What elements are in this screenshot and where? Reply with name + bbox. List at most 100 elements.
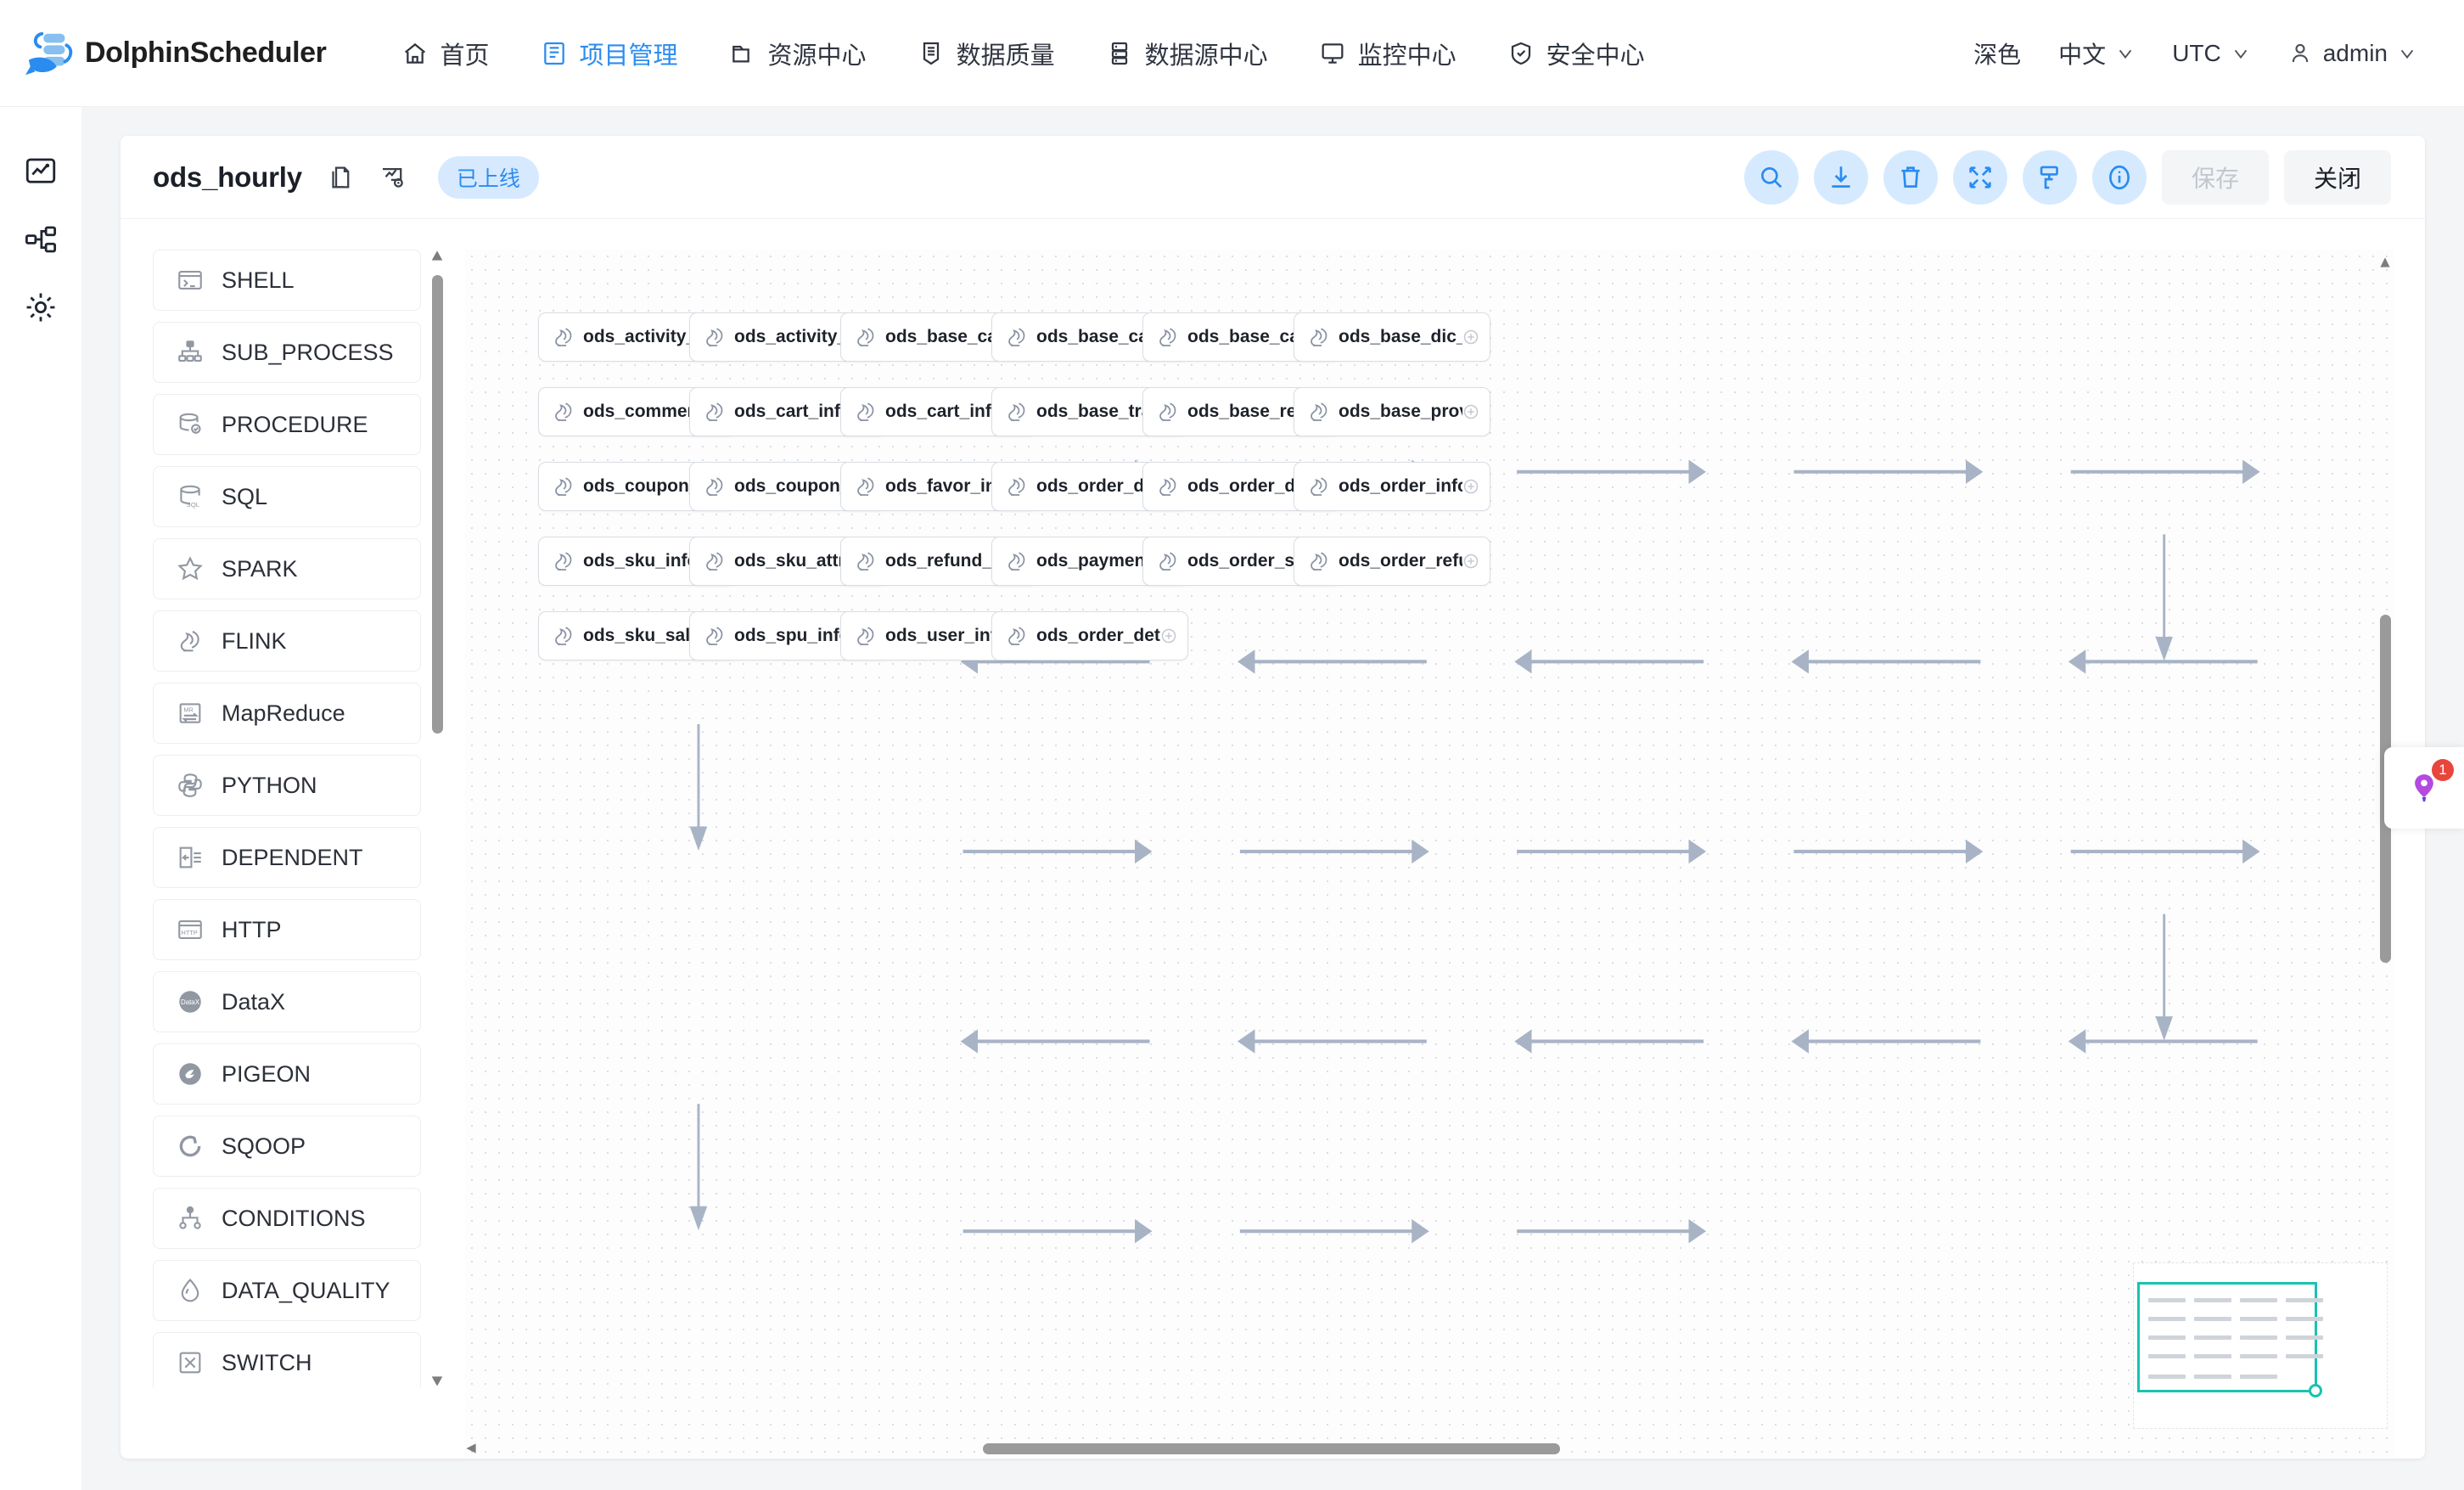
user-menu[interactable]: admin bbox=[2269, 40, 2435, 67]
task-type-sql[interactable]: SQL SQL bbox=[153, 466, 421, 527]
nav-item-security[interactable]: 安全中心 bbox=[1482, 0, 1670, 107]
task-type-data-quality[interactable]: DATA_QUALITY bbox=[153, 1260, 421, 1321]
dag-node[interactable]: ods_base_province_... bbox=[1294, 387, 1490, 436]
triangle-down-icon[interactable] bbox=[431, 1375, 443, 1387]
triangle-up-icon[interactable] bbox=[431, 250, 443, 261]
dag-node[interactable]: ods_order_refund_i... bbox=[1294, 537, 1490, 586]
info-button[interactable] bbox=[2092, 149, 2147, 205]
username-label: admin bbox=[2322, 39, 2388, 66]
task-type-python[interactable]: PYTHON bbox=[153, 755, 421, 816]
flink-squirrel-icon bbox=[1311, 552, 1327, 571]
canvas-horizontal-scrollbar[interactable] bbox=[983, 1443, 1560, 1454]
nav-item-monitor[interactable]: 监控中心 bbox=[1294, 0, 1482, 107]
flink-squirrel-icon bbox=[1008, 328, 1025, 346]
task-type-label: DATA_QUALITY bbox=[222, 1277, 390, 1303]
status-badge: 已上线 bbox=[437, 155, 539, 199]
palette-scrollbar[interactable] bbox=[431, 250, 443, 1387]
canvas-scroll-up-icon[interactable] bbox=[2379, 256, 2391, 268]
task-type-label: PYTHON bbox=[222, 772, 317, 798]
nav-item-project[interactable]: 项目管理 bbox=[515, 0, 704, 107]
dag-node[interactable]: ods_order_detail_i... bbox=[991, 611, 1188, 661]
timezone-select[interactable]: UTC bbox=[2153, 40, 2269, 67]
task-type-sub-process[interactable]: SUB_PROCESS bbox=[153, 322, 421, 383]
theme-toggle-label: 深色 bbox=[1973, 41, 2022, 68]
task-type-dependent[interactable]: DEPENDENT bbox=[153, 827, 421, 888]
dag-node[interactable]: ods_base_dic_full bbox=[1294, 312, 1490, 362]
plus-circle-icon[interactable] bbox=[1462, 329, 1479, 346]
dag-canvas[interactable]: ods_activity_info_... ods_activity_rule_… bbox=[465, 250, 2394, 1458]
palette-scroll-thumb[interactable] bbox=[432, 275, 443, 734]
nav-item-resource[interactable]: 资源中心 bbox=[704, 0, 892, 107]
dag-node[interactable]: ods_order_info_inc bbox=[1294, 462, 1490, 511]
canvas-scroll-left-icon[interactable] bbox=[465, 1442, 477, 1454]
download-button[interactable] bbox=[1814, 149, 1868, 205]
flink-squirrel-icon bbox=[1159, 477, 1176, 496]
search-button[interactable] bbox=[1744, 149, 1799, 205]
top-navigation-bar: DolphinScheduler 首页 项目管理 资源中心 数据质量 数据源中心… bbox=[0, 0, 2464, 107]
nav-item-data-quality[interactable]: 数据质量 bbox=[892, 0, 1080, 107]
task-type-mapreduce[interactable]: MR MapReduce bbox=[153, 683, 421, 744]
task-type-spark[interactable]: SPARK bbox=[153, 538, 421, 599]
delete-button[interactable] bbox=[1883, 149, 1938, 205]
rail-item-settings[interactable] bbox=[10, 277, 71, 338]
plus-circle-icon[interactable] bbox=[1462, 478, 1479, 495]
minimap[interactable] bbox=[2133, 1262, 2388, 1429]
svg-text:HTTP: HTTP bbox=[182, 929, 198, 936]
flink-squirrel-icon bbox=[555, 402, 572, 421]
left-rail bbox=[0, 107, 81, 1490]
brand[interactable]: DolphinScheduler bbox=[24, 27, 327, 80]
flink-squirrel-icon bbox=[555, 328, 572, 346]
dag-node-label: ods_base_dic_full bbox=[1339, 327, 1462, 346]
task-type-pigeon[interactable]: PIGEON bbox=[153, 1043, 421, 1105]
flink-squirrel-icon bbox=[1159, 328, 1176, 346]
flink-squirrel-icon bbox=[706, 627, 723, 645]
task-type-switch[interactable]: SWITCH bbox=[153, 1332, 421, 1387]
task-type-http[interactable]: HTTP HTTP bbox=[153, 899, 421, 960]
nav-item-data-quality-label: 数据质量 bbox=[956, 42, 1055, 70]
nav-item-datasource[interactable]: 数据源中心 bbox=[1080, 0, 1294, 107]
task-type-sqoop[interactable]: SQOOP bbox=[153, 1116, 421, 1177]
nav-item-home[interactable]: 首页 bbox=[376, 0, 515, 107]
flink-squirrel-icon bbox=[706, 402, 723, 421]
minimap-resize-handle[interactable] bbox=[2309, 1384, 2322, 1397]
task-type-flink[interactable]: FLINK bbox=[153, 610, 421, 672]
task-type-label: DataX bbox=[222, 988, 286, 1015]
trash-icon bbox=[1901, 166, 1920, 188]
plus-circle-icon[interactable] bbox=[1462, 403, 1479, 420]
conditions-icon bbox=[179, 1206, 201, 1229]
shield-check-icon bbox=[1511, 42, 1530, 65]
rail-item-workflow-instance[interactable] bbox=[10, 141, 71, 202]
sql-icon: SQL bbox=[180, 485, 200, 509]
monitor-icon bbox=[1322, 42, 1344, 64]
minimap-viewport[interactable] bbox=[2137, 1282, 2323, 1397]
nav-item-home-label: 首页 bbox=[440, 42, 490, 70]
flink-squirrel-icon bbox=[857, 402, 874, 421]
task-type-label: SQL bbox=[222, 483, 268, 509]
switch-icon bbox=[179, 1352, 201, 1374]
fullscreen-button[interactable] bbox=[1953, 149, 2007, 205]
plus-circle-icon[interactable] bbox=[1160, 627, 1177, 644]
main-nav: 首页 项目管理 资源中心 数据质量 数据源中心 监控中心 安全中心 bbox=[376, 0, 1670, 107]
feedback-widget[interactable]: 1 bbox=[2384, 747, 2464, 829]
version-chart-icon[interactable] bbox=[379, 163, 407, 192]
dependent-icon bbox=[179, 846, 201, 869]
workflow-relation-icon bbox=[25, 226, 57, 253]
svg-text:DataX: DataX bbox=[181, 998, 200, 1006]
task-type-procedure[interactable]: PROCEDURE bbox=[153, 394, 421, 455]
flink-squirrel-icon bbox=[857, 328, 874, 346]
theme-toggle[interactable]: 深色 bbox=[1955, 37, 2040, 70]
rail-item-workflow-definition[interactable] bbox=[10, 209, 71, 270]
save-button[interactable]: 保存 bbox=[2162, 149, 2269, 205]
task-type-datax[interactable]: DataX DataX bbox=[153, 971, 421, 1032]
home-icon bbox=[404, 42, 425, 64]
task-type-label: SWITCH bbox=[222, 1349, 312, 1375]
copy-icon[interactable] bbox=[326, 163, 355, 192]
format-button[interactable] bbox=[2023, 149, 2077, 205]
task-type-conditions[interactable]: CONDITIONS bbox=[153, 1188, 421, 1249]
close-button[interactable]: 关闭 bbox=[2284, 149, 2391, 205]
plus-circle-icon[interactable] bbox=[1462, 553, 1479, 570]
workflow-editor-card: ods_hourly 已上线 保存 关闭 SHELL SUB_PROCESS P… bbox=[121, 136, 2425, 1459]
task-type-shell[interactable]: SHELL bbox=[153, 250, 421, 311]
language-select[interactable]: 中文 bbox=[2040, 37, 2153, 70]
shell-icon bbox=[178, 271, 202, 290]
